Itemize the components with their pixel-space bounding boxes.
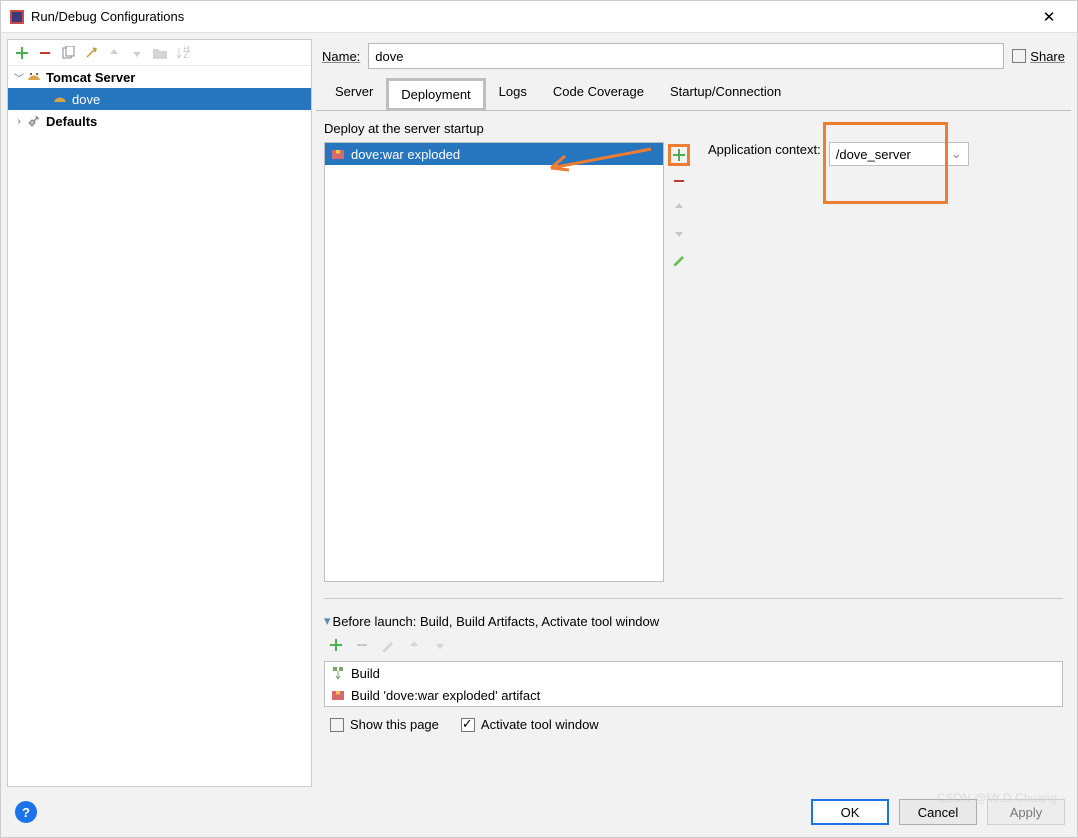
chevron-right-icon: › (12, 116, 26, 127)
edit-artifact-button[interactable] (668, 248, 690, 270)
tab-server[interactable]: Server (322, 77, 386, 110)
tabs: Server Deployment Logs Code Coverage Sta… (316, 77, 1071, 111)
tree-label: Tomcat Server (46, 70, 135, 85)
tomcat-icon (52, 91, 68, 107)
tree-tomcat-server[interactable]: ﹀ Tomcat Server (8, 66, 311, 88)
before-launch-label: Before launch: Build, Build Artifacts, A… (333, 614, 660, 629)
artifact-icon (331, 147, 345, 161)
svg-text:z: z (183, 46, 190, 60)
name-label: Name: (322, 49, 360, 64)
tasks-list[interactable]: Build Build 'dove:war exploded' artifact (324, 661, 1063, 707)
ok-button[interactable]: OK (811, 799, 889, 825)
move-down-button[interactable] (668, 222, 690, 244)
watermark: CSDN @Mr.D.Chuang (937, 791, 1057, 805)
folder-icon[interactable] (150, 43, 170, 63)
help-button[interactable]: ? (15, 801, 37, 823)
tomcat-icon (26, 69, 42, 85)
up-icon[interactable] (104, 43, 124, 63)
close-button[interactable]: ✕ (1029, 8, 1069, 26)
activate-label: Activate tool window (481, 717, 599, 732)
task-label: Build 'dove:war exploded' artifact (351, 688, 540, 703)
configurations-panel: az ﹀ Tomcat Server dove › Defaults (7, 39, 312, 787)
checkbox-icon (1012, 49, 1026, 63)
annotation-arrow (541, 146, 661, 176)
name-input[interactable] (368, 43, 1004, 69)
tab-startup-connection[interactable]: Startup/Connection (657, 77, 794, 110)
remove-config-button[interactable] (35, 43, 55, 63)
config-toolbar: az (8, 40, 311, 66)
wrench-icon (26, 113, 42, 129)
share-label: Share (1030, 49, 1065, 64)
tree-defaults[interactable]: › Defaults (8, 110, 311, 132)
config-tree[interactable]: ﹀ Tomcat Server dove › Defaults (8, 66, 311, 786)
settings-icon[interactable] (81, 43, 101, 63)
chevron-down-icon: ⌄ (951, 146, 962, 162)
titlebar: Run/Debug Configurations ✕ (1, 1, 1077, 33)
task-up-button[interactable] (404, 635, 424, 655)
remove-artifact-button[interactable] (668, 170, 690, 192)
copy-config-button[interactable] (58, 43, 78, 63)
tree-label: dove (72, 92, 100, 107)
artifact-icon (331, 688, 345, 702)
tree-dove[interactable]: dove (8, 88, 311, 110)
task-row[interactable]: Build (325, 662, 1062, 684)
share-checkbox[interactable]: Share (1012, 49, 1065, 64)
app-icon (9, 9, 25, 25)
checkbox-icon (330, 718, 344, 732)
context-value: /dove_server (836, 147, 911, 162)
deploy-item-label: dove:war exploded (351, 147, 460, 162)
details-panel: Name: Share Server Deployment Logs Code … (316, 39, 1071, 787)
tab-code-coverage[interactable]: Code Coverage (540, 77, 657, 110)
chevron-down-icon: ﹀ (12, 70, 26, 85)
window-title: Run/Debug Configurations (31, 9, 1029, 24)
context-label: Application context: (708, 142, 821, 157)
sort-icon[interactable]: az (173, 43, 193, 63)
task-row[interactable]: Build 'dove:war exploded' artifact (325, 684, 1062, 706)
triangle-down-icon: ▾ (324, 613, 331, 629)
edit-task-button[interactable] (378, 635, 398, 655)
add-artifact-button[interactable] (668, 144, 690, 166)
move-up-button[interactable] (668, 196, 690, 218)
before-launch-collapse[interactable]: ▾ Before launch: Build, Build Artifacts,… (324, 613, 1063, 629)
task-down-button[interactable] (430, 635, 450, 655)
build-icon (331, 666, 345, 680)
show-page-label: Show this page (350, 717, 439, 732)
tab-logs[interactable]: Logs (486, 77, 540, 110)
task-label: Build (351, 666, 380, 681)
add-config-button[interactable] (12, 43, 32, 63)
activate-tool-window-checkbox[interactable]: Activate tool window (461, 717, 599, 732)
deploy-section-label: Deploy at the server startup (324, 121, 1063, 136)
checkbox-checked-icon (461, 718, 475, 732)
show-this-page-checkbox[interactable]: Show this page (330, 717, 439, 732)
remove-task-button[interactable] (352, 635, 372, 655)
down-icon[interactable] (127, 43, 147, 63)
tree-label: Defaults (46, 114, 97, 129)
application-context-select[interactable]: /dove_server ⌄ (829, 142, 969, 166)
add-task-button[interactable] (326, 635, 346, 655)
deploy-list[interactable]: dove:war exploded (324, 142, 664, 582)
tab-deployment[interactable]: Deployment (386, 78, 485, 111)
